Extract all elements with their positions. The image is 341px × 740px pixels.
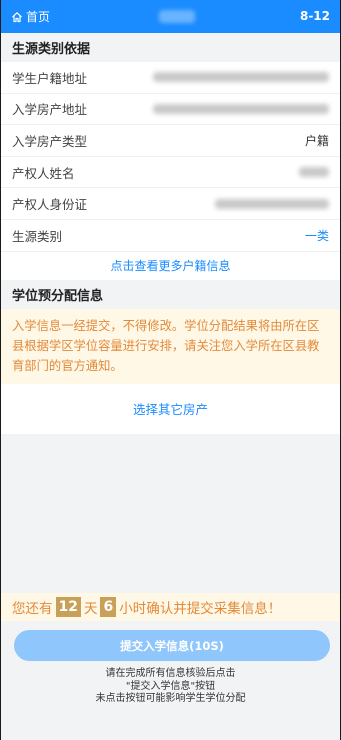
row-label: 入学房产类型 [12,133,88,149]
countdown-banner: 您还有 12 天 6 小时确认并提交采集信息！ [1,593,340,621]
row-label: 入学房产地址 [12,102,88,118]
allocation-notice: 入学信息一经提交，不得修改。学位分配结果将由所在区县根据学区学位容量进行安排，请… [1,308,340,384]
hint-line-3: 未点击按钮可能影响学生学位分配 [95,693,246,704]
row-student-address: 学生户籍地址 [1,62,340,94]
section-title-allocation: 学位预分配信息 [1,279,340,309]
row-label: 生源类别 [12,228,63,244]
section-title-basis: 生源类别依据 [1,33,340,62]
row-student-category: 生源类别 一类 [1,220,340,252]
hint-line-1: 请在完成所有信息核验后点击 [105,668,236,679]
home-button[interactable]: 首页 [11,8,50,25]
submit-enrollment-button[interactable]: 提交入学信息(10S) [14,630,330,661]
redacted-value [153,72,329,83]
choose-other-property-link[interactable]: 选择其它房产 [1,383,340,434]
row-owner-id: 产权人身份证 [1,188,340,220]
countdown-suffix: 小时确认并提交采集信息！ [119,601,282,617]
header-title-redacted [159,10,195,23]
row-property-type: 入学房产类型 户籍 [1,125,340,157]
countdown-prefix: 您还有 [12,601,53,617]
row-label: 产权人身份证 [12,197,88,213]
redacted-value [153,103,329,114]
home-icon [12,11,22,22]
submit-hint: 请在完成所有信息核验后点击 "提交入学信息"按钮 未点击按钮可能影响学生学位分配 [1,668,340,706]
basis-panel: 学生户籍地址 入学房产地址 入学房产类型 户籍 产权人姓名 产权人身份证 生源类… [1,62,340,280]
countdown-day-unit: 天 [83,601,98,617]
countdown-hours: 6 [100,597,117,617]
main-content: 生源类别依据 学生户籍地址 入学房产地址 入学房产类型 户籍 产权人姓名 产权人… [1,33,340,434]
row-owner-name: 产权人姓名 [1,157,340,189]
property-type-value: 户籍 [304,133,329,148]
top-bar: 首页 8-12 [1,0,340,33]
category-value[interactable]: 一类 [305,227,329,244]
row-label: 产权人姓名 [12,165,75,181]
redacted-value [299,167,329,178]
row-label: 学生户籍地址 [12,70,88,86]
redacted-value [215,198,329,209]
view-more-household-link[interactable]: 点击查看更多户籍信息 [1,251,340,280]
countdown-days: 12 [55,597,81,617]
app-frame: 首页 8-12 生源类别依据 学生户籍地址 入学房产地址 入学房产类型 户籍 产… [0,0,341,740]
home-label: 首页 [26,10,51,24]
header-date: 8-12 [299,9,330,23]
hint-line-2: "提交入学信息"按钮 [125,680,216,692]
row-property-address: 入学房产地址 [1,94,340,126]
